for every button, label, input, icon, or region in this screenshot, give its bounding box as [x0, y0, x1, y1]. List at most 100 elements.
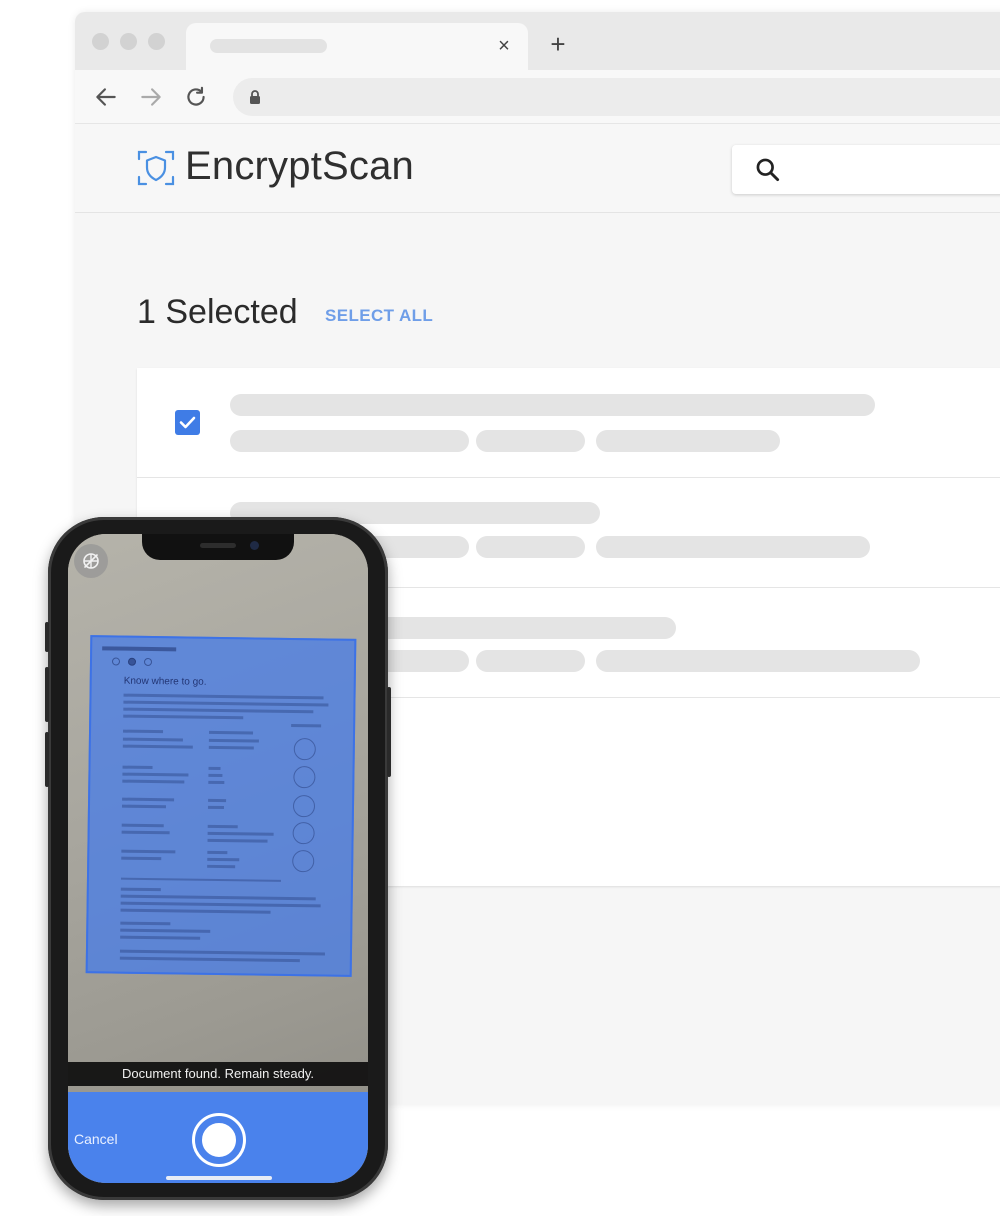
earpiece-speaker [200, 543, 236, 548]
lock-icon [250, 90, 260, 104]
document-line [123, 693, 324, 700]
document-line [120, 901, 321, 908]
document-line [120, 894, 316, 901]
document-line [120, 877, 281, 882]
phone-notch [142, 534, 294, 560]
select-all-button[interactable]: SELECT ALL [325, 306, 433, 326]
browser-tab[interactable]: × [186, 23, 528, 73]
document-line [123, 700, 329, 707]
document-headline: Know where to go. [123, 675, 207, 688]
tab-bar: × + [75, 12, 1000, 73]
document-badge [293, 766, 316, 789]
checkbox-checked[interactable] [175, 410, 200, 435]
document-line [120, 887, 161, 892]
document-badge [293, 738, 316, 761]
document-line [208, 738, 259, 743]
document-line [121, 830, 170, 835]
phone-volume-up-button [45, 667, 49, 722]
document-line [120, 921, 171, 926]
detected-document: Know where to go. [85, 635, 357, 977]
document-line [207, 838, 268, 843]
document-line [208, 766, 221, 770]
scan-status-bar: Document found. Remain steady. [68, 1062, 368, 1086]
shutter-inner-icon [200, 1121, 238, 1159]
document-line [207, 824, 238, 829]
browser-toolbar [75, 70, 1000, 124]
cancel-button[interactable]: Cancel [74, 1131, 118, 1147]
phone-device: Know where to go. Document found. Remain… [45, 517, 391, 1200]
document-line [207, 864, 236, 869]
front-camera [250, 541, 259, 550]
brand-name: EncryptScan [185, 144, 414, 188]
shield-scan-logo-icon [137, 150, 175, 186]
placeholder-meta [476, 430, 585, 452]
placeholder-meta [230, 430, 469, 452]
document-steps [111, 657, 153, 667]
document-line [122, 779, 185, 784]
new-tab-icon[interactable]: + [545, 31, 571, 58]
document-line [121, 856, 162, 861]
document-line [291, 723, 322, 728]
window-close-dot[interactable] [92, 33, 109, 50]
document-line [207, 831, 274, 836]
scanner-controls: Cancel [68, 1092, 368, 1183]
document-line [102, 646, 177, 652]
document-line [119, 949, 325, 956]
tab-close-icon[interactable]: × [493, 35, 515, 57]
document-line [121, 804, 167, 809]
document-line [121, 823, 164, 828]
document-line [122, 797, 175, 802]
list-item[interactable] [137, 368, 1000, 478]
document-badge [292, 850, 315, 873]
flash-toggle-button[interactable] [74, 544, 108, 578]
placeholder-meta [476, 536, 585, 558]
search-icon [756, 158, 780, 182]
document-line [122, 772, 189, 777]
phone-power-button [387, 687, 391, 777]
document-line [123, 707, 314, 714]
phone-volume-down-button [45, 732, 49, 787]
placeholder-title [230, 394, 875, 416]
document-line [122, 737, 183, 742]
document-step [127, 657, 137, 666]
document-step [111, 657, 121, 666]
app-header: EncryptScan [75, 124, 1000, 213]
document-line [119, 956, 300, 963]
capture-shutter-button[interactable] [192, 1113, 246, 1167]
document-line [207, 857, 240, 862]
scanner-screen: Know where to go. Document found. Remain… [68, 534, 368, 1183]
document-badge [292, 822, 315, 845]
document-line [122, 744, 193, 749]
placeholder-meta [596, 536, 870, 558]
address-bar[interactable] [233, 78, 1000, 116]
document-line [208, 773, 223, 778]
placeholder-meta [596, 430, 780, 452]
phone-side-button [45, 622, 49, 652]
search-input[interactable] [732, 145, 1000, 194]
scan-status-text: Document found. Remain steady. [122, 1066, 314, 1081]
selected-count: 1 Selected [137, 293, 298, 331]
document-line [207, 805, 224, 810]
document-line [207, 850, 228, 855]
document-line [208, 745, 254, 750]
checkmark-icon [179, 416, 196, 429]
document-line [120, 908, 271, 914]
window-minimize-dot[interactable] [120, 33, 137, 50]
back-arrow-icon[interactable] [93, 84, 119, 110]
document-line [121, 849, 176, 854]
document-badge [292, 795, 316, 818]
reload-icon[interactable] [183, 84, 209, 110]
document-line [122, 765, 153, 770]
flash-off-icon [83, 553, 99, 569]
home-indicator [166, 1176, 272, 1180]
document-line [208, 798, 227, 803]
document-line [120, 928, 211, 933]
window-maximize-dot[interactable] [148, 33, 165, 50]
document-line [123, 714, 244, 720]
forward-arrow-icon[interactable] [138, 84, 164, 110]
document-line [208, 780, 225, 785]
document-step [143, 657, 153, 667]
document-line [120, 935, 201, 940]
placeholder-meta [476, 650, 585, 672]
document-line [123, 729, 164, 734]
